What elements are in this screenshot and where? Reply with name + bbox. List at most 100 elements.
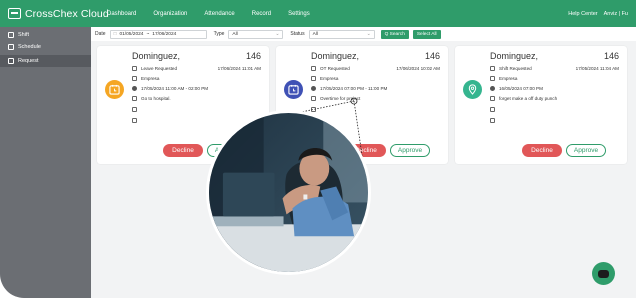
location-pin-icon: [463, 80, 482, 99]
request-type-icon: [132, 66, 137, 71]
org-row: Empresa: [311, 76, 338, 81]
note-row: Go to hospital.: [132, 96, 171, 101]
status-value: All: [312, 31, 318, 37]
alarm-clock-icon: [284, 80, 303, 99]
monitor-icon: [8, 8, 21, 19]
note-row: forget make a off duty punch: [490, 96, 557, 101]
nav-record[interactable]: Record: [252, 11, 271, 17]
shift-icon: [8, 32, 14, 38]
employee-name: Dominguez,: [132, 51, 181, 61]
sidebar-item-label: Schedule: [18, 44, 41, 50]
request-icon: [8, 58, 14, 64]
top-right: Help Center Anviz | Fu: [568, 0, 628, 27]
request-type: Leave Requested: [141, 66, 178, 71]
chevron-down-icon: ⌄: [366, 31, 371, 37]
image-row: [490, 107, 495, 112]
calendar-icon: □: [113, 31, 117, 37]
attachment-row: [490, 118, 495, 123]
request-type-icon: [490, 66, 495, 71]
period: 17/05/2024 07:00 PM - 11:00 PM: [320, 86, 388, 91]
image-icon[interactable]: [132, 107, 137, 112]
attachment-icon[interactable]: [132, 118, 137, 123]
user-menu[interactable]: Anviz | Fu: [604, 11, 628, 17]
note-row: Overtime for project: [311, 96, 360, 101]
note-icon: [132, 96, 137, 101]
org-row: Empresa: [132, 76, 159, 81]
approve-button[interactable]: Approve: [566, 144, 606, 157]
nav-dashboard[interactable]: Dashboard: [107, 11, 136, 17]
attachment-icon[interactable]: [490, 118, 495, 123]
top-bar: CrossChex Cloud Dashboard Organization A…: [0, 0, 636, 27]
card-actions: Decline Approve: [522, 144, 606, 158]
request-type-row: OT Requested: [311, 66, 350, 71]
sidebar-item-schedule[interactable]: Schedule: [0, 41, 91, 53]
type-value: All: [232, 31, 238, 37]
sidebar-item-shift[interactable]: Shift: [0, 29, 91, 41]
date-to: 17/06/2024: [152, 31, 177, 37]
nav-attendance[interactable]: Attendance: [204, 11, 234, 17]
note-icon: [490, 96, 495, 101]
org-icon: [132, 76, 137, 81]
org-name: Empresa: [320, 76, 339, 81]
main-nav: Dashboard Organization Attendance Record…: [107, 0, 327, 27]
period: 17/05/2024 11:00 AM - 02:00 PM: [141, 86, 209, 91]
image-row: [132, 107, 137, 112]
type-label: Type: [213, 31, 225, 37]
org-name: Empresa: [499, 76, 518, 81]
request-type-row: Leave Requested: [132, 66, 177, 71]
sidebar: Shift Schedule Request: [0, 27, 91, 298]
type-select[interactable]: All ⌄: [228, 29, 284, 39]
org-name: Empresa: [141, 76, 160, 81]
decline-button[interactable]: Decline: [522, 144, 562, 157]
image-icon[interactable]: [490, 107, 495, 112]
request-card[interactable]: Dominguez, 146 Shift Requested 17/05/202…: [455, 46, 627, 164]
org-icon: [311, 76, 316, 81]
nav-settings[interactable]: Settings: [288, 11, 310, 17]
clock-icon: [105, 80, 124, 99]
date-range-field[interactable]: □ 01/05/2024 ~ 17/06/2024: [109, 29, 207, 39]
employee-name: Dominguez,: [311, 51, 360, 61]
brand-name: CrossChex Cloud: [25, 7, 109, 20]
requested-at: 17/06/2024 10:02 AM: [396, 66, 440, 71]
org-row: Empresa: [490, 76, 517, 81]
period: 16/05/2024 07:00 PM: [499, 86, 543, 91]
request-type: OT Requested: [320, 66, 350, 71]
help-center-link[interactable]: Help Center: [568, 11, 597, 17]
employee-number: 146: [245, 51, 261, 61]
select-all-button[interactable]: Select All: [412, 29, 441, 39]
date-label: Date: [95, 31, 106, 37]
period-row: 17/05/2024 11:00 AM - 02:00 PM: [132, 86, 208, 91]
chat-button[interactable]: [592, 262, 615, 285]
requested-at: 17/05/2024 11:04 AM: [575, 66, 619, 71]
sidebar-item-request[interactable]: Request: [0, 55, 91, 67]
request-type-icon: [311, 66, 316, 71]
date-separator: ~: [146, 31, 150, 37]
search-button[interactable]: Q Search: [380, 29, 409, 39]
sidebar-item-label: Shift: [18, 32, 30, 38]
employee-number: 146: [603, 51, 619, 61]
image-row: [311, 107, 316, 112]
clock-small-icon: [311, 86, 316, 91]
request-type: Shift Requested: [499, 66, 532, 71]
attachment-row: [132, 118, 137, 123]
note: forget make a off duty punch: [499, 96, 558, 101]
brand[interactable]: CrossChex Cloud: [8, 5, 109, 22]
request-type-row: Shift Requested: [490, 66, 532, 71]
clock-small-icon: [132, 86, 137, 91]
decline-button[interactable]: Decline: [163, 144, 203, 157]
approve-button[interactable]: Approve: [390, 144, 430, 157]
period-row: 16/05/2024 07:00 PM: [490, 86, 543, 91]
nav-organization[interactable]: Organization: [153, 11, 187, 17]
sidebar-item-label: Request: [18, 58, 39, 64]
schedule-icon: [8, 44, 14, 50]
note: Overtime for project: [320, 96, 361, 101]
employee-number: 146: [424, 51, 440, 61]
status-select[interactable]: All ⌄: [308, 29, 375, 39]
org-icon: [490, 76, 495, 81]
image-icon[interactable]: [311, 107, 316, 112]
photo-illustration: [209, 113, 368, 272]
clock-small-icon: [490, 86, 495, 91]
chat-icon: [598, 269, 609, 278]
chevron-down-icon: ⌄: [275, 31, 280, 37]
employee-name: Dominguez,: [490, 51, 539, 61]
